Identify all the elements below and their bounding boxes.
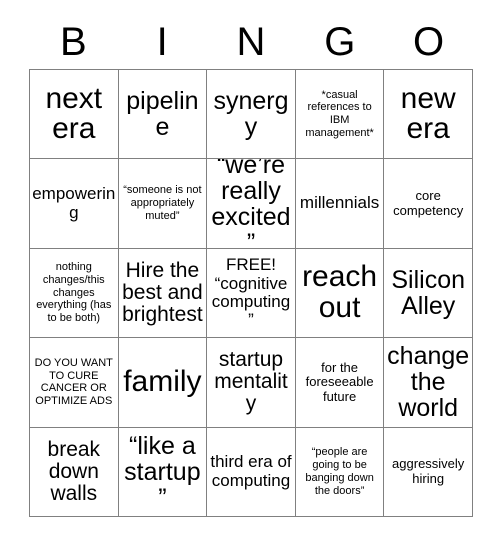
bingo-cell-free[interactable]: FREE! “cognitive computing” bbox=[207, 248, 296, 339]
bingo-cell-label: new era bbox=[400, 81, 456, 146]
bingo-cell-label: *casual references to IBM management* bbox=[305, 88, 374, 139]
bingo-cell-label: third era of computing bbox=[210, 452, 292, 490]
bingo-cell[interactable]: *casual references to IBM management* bbox=[295, 70, 385, 160]
bingo-cell-label: startup mentality bbox=[214, 348, 288, 416]
bingo-cell-label: family bbox=[123, 365, 202, 399]
bingo-cell[interactable]: “people are going to be banging down the… bbox=[295, 427, 385, 517]
bingo-cell[interactable]: “we’re really excited” bbox=[207, 159, 296, 249]
bingo-cell[interactable]: startup mentality bbox=[207, 338, 296, 428]
bingo-cell-label: “people are going to be banging down the… bbox=[305, 446, 374, 497]
bingo-cell[interactable]: pipeline bbox=[118, 70, 208, 160]
bingo-grid: next era pipeline synergy *casual refere… bbox=[29, 69, 473, 517]
bingo-cell[interactable]: nothing changes/this changes everything … bbox=[30, 248, 119, 339]
bingo-cell-label: for the foreseeable future bbox=[305, 359, 374, 404]
bingo-cell[interactable]: change the world bbox=[384, 338, 473, 428]
bingo-cell-label: DO YOU WANT TO CURE CANCER OR OPTIMIZE A… bbox=[34, 356, 113, 408]
bingo-cell[interactable]: next era bbox=[30, 70, 119, 160]
bingo-cell-label: change the world bbox=[387, 342, 470, 423]
bingo-cell-label: break down walls bbox=[47, 437, 101, 505]
header-letter-i: I bbox=[156, 19, 168, 64]
header-letter-b: B bbox=[60, 19, 87, 64]
bingo-cell[interactable]: family bbox=[118, 338, 208, 428]
header-letter-o: O bbox=[413, 19, 445, 64]
bingo-cell-label: “we’re really excited” bbox=[211, 159, 291, 249]
bingo-card: B I N G O next era pipeline synergy *cas… bbox=[0, 0, 500, 544]
bingo-header: B I N G O bbox=[29, 14, 473, 69]
bingo-cell-label: core competency bbox=[393, 188, 464, 218]
bingo-cell[interactable]: empowering bbox=[30, 159, 119, 249]
bingo-cell-label: nothing changes/this changes everything … bbox=[36, 261, 112, 325]
bingo-cell-label: Hire the best and brightest bbox=[122, 258, 203, 327]
bingo-cell[interactable]: third era of computing bbox=[207, 427, 296, 517]
bingo-cell[interactable]: DO YOU WANT TO CURE CANCER OR OPTIMIZE A… bbox=[30, 338, 119, 428]
bingo-cell-label: Silicon Alley bbox=[391, 265, 466, 320]
header-letter-g: G bbox=[324, 19, 356, 64]
bingo-cell[interactable]: new era bbox=[384, 70, 473, 160]
bingo-cell-label: FREE! “cognitive computing” bbox=[211, 255, 291, 330]
bingo-cell[interactable]: aggressively hiring bbox=[384, 427, 473, 517]
bingo-cell[interactable]: core competency bbox=[384, 159, 473, 249]
bingo-cell-label: “someone is not appropriately muted” bbox=[123, 184, 202, 222]
bingo-cell[interactable]: millennials bbox=[295, 159, 385, 249]
header-letter-n: N bbox=[236, 19, 266, 64]
bingo-cell[interactable]: “like a startup” bbox=[118, 427, 208, 517]
bingo-cell-label: “like a startup” bbox=[124, 431, 201, 512]
bingo-cell-label: next era bbox=[45, 81, 103, 146]
bingo-cell[interactable]: reach out bbox=[295, 248, 385, 339]
bingo-cell[interactable]: Hire the best and brightest bbox=[118, 248, 208, 339]
bingo-cell[interactable]: Silicon Alley bbox=[384, 248, 473, 339]
bingo-cell[interactable]: break down walls bbox=[30, 427, 119, 517]
bingo-cell-label: empowering bbox=[32, 184, 116, 222]
bingo-cell-label: aggressively hiring bbox=[392, 456, 465, 486]
bingo-cell-label: synergy bbox=[213, 87, 289, 142]
bingo-cell[interactable]: synergy bbox=[207, 70, 296, 160]
bingo-cell-label: reach out bbox=[302, 260, 378, 324]
bingo-cell[interactable]: “someone is not appropriately muted” bbox=[118, 159, 208, 249]
bingo-cell-label: pipeline bbox=[126, 87, 199, 142]
bingo-cell[interactable]: for the foreseeable future bbox=[295, 338, 385, 428]
bingo-cell-label: millennials bbox=[299, 193, 380, 213]
